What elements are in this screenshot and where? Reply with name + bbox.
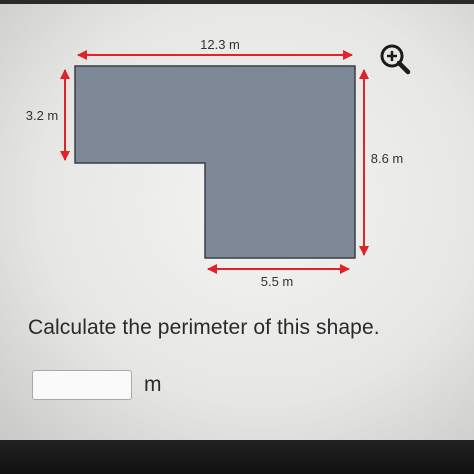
top-width-label: 12.3 m [200,37,240,52]
unit-label: m [144,373,162,396]
question-text: Calculate the perimeter of this shape. [28,316,380,339]
answer-row: m [32,370,162,400]
zoom-in-icon [380,44,411,75]
quiz-screen: 12.3 m 3.2 m 8.6 m 5.5 m Calculate the p… [0,0,474,440]
bottom-width-label: 5.5 m [261,274,294,289]
zoom-button[interactable] [378,42,412,76]
l-shape [74,65,356,259]
right-height-label: 8.6 m [371,151,404,166]
answer-input[interactable] [32,370,132,400]
screen-bezel [0,440,474,474]
left-height-label: 3.2 m [26,108,59,123]
